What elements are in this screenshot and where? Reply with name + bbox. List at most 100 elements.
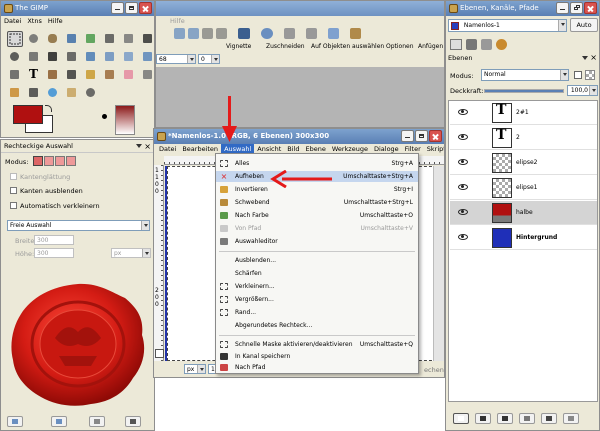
undo-icon[interactable] <box>174 28 185 39</box>
height-input[interactable]: 300 <box>34 248 74 258</box>
menu-item-rand[interactable]: Rand... <box>216 307 418 318</box>
maximize-button[interactable] <box>415 130 428 142</box>
swap-colors-icon[interactable] <box>45 105 52 112</box>
anchor-layer-button[interactable] <box>541 413 557 424</box>
layer-row[interactable]: T 2#1 <box>450 101 597 125</box>
offset-input[interactable]: 0 <box>198 54 220 64</box>
menu-item-nach-pfad[interactable]: Nach Pfad <box>216 362 418 373</box>
restore-button[interactable] <box>570 2 583 14</box>
panel-close-icon[interactable]: × <box>590 53 597 62</box>
zoom-input[interactable]: 68 <box>156 54 196 64</box>
select-by-color-tool-icon[interactable] <box>83 31 99 47</box>
anfuegen-label[interactable]: Anfügen <box>418 43 443 50</box>
picture-icon[interactable] <box>328 28 339 39</box>
toolbox-titlebar[interactable]: The GIMP <box>1 1 154 16</box>
zoom-tool-icon[interactable] <box>7 49 23 65</box>
lasso-tool-icon[interactable] <box>45 31 61 47</box>
menu-item-von-pfad[interactable]: Von Pfad Umschalttaste+V <box>216 223 418 234</box>
opacity-input[interactable]: 100,0 <box>567 85 598 96</box>
pencil-tool-icon[interactable] <box>83 67 99 83</box>
optionen-label[interactable]: Optionen <box>386 43 414 50</box>
restore-options-button[interactable] <box>51 416 67 427</box>
close-button[interactable] <box>584 2 597 14</box>
image-selector-dropdown[interactable]: Namenlos-1 <box>448 19 567 32</box>
navigate-icon[interactable] <box>155 349 164 358</box>
feather-checkbox[interactable] <box>10 187 17 194</box>
lower-layer-button[interactable] <box>497 413 513 424</box>
eye-icon[interactable] <box>261 28 273 39</box>
menu-item-verkleinern[interactable]: Verkleinern... <box>216 281 418 292</box>
delete-options-button[interactable] <box>89 416 105 427</box>
eye-icon[interactable] <box>458 234 468 240</box>
blend-tool-icon[interactable] <box>64 67 80 83</box>
antialias-checkbox[interactable] <box>10 173 17 180</box>
minimize-button[interactable] <box>111 2 124 14</box>
paintbrush-tool-icon[interactable] <box>102 67 118 83</box>
menu-item-nach-farbe[interactable]: Nach Farbe Umschalttaste+O <box>216 210 418 221</box>
scissors-tool-icon[interactable] <box>102 31 118 47</box>
menu-item-alles[interactable]: Alles Strg+A <box>216 158 418 169</box>
text-tool-icon[interactable]: T <box>26 67 42 83</box>
menu-item-schaerfen[interactable]: Schärfen <box>216 268 418 279</box>
menu-item-in-kanal-speichern[interactable]: In Kanal speichern <box>216 351 418 362</box>
gradient-preview[interactable] <box>115 105 135 135</box>
measure-tool-icon[interactable] <box>26 49 42 65</box>
scale-tool-icon[interactable] <box>102 49 118 65</box>
mode-subtract-button[interactable] <box>55 156 65 166</box>
eye-icon[interactable] <box>458 209 468 215</box>
menu-item-schnelle-maske[interactable]: Schnelle Maske aktivieren/deaktivieren U… <box>216 339 418 350</box>
new-layer-button[interactable] <box>453 413 469 424</box>
eye-icon[interactable] <box>458 109 468 115</box>
move-tool-icon[interactable] <box>45 49 61 65</box>
minimize-button[interactable] <box>556 2 569 14</box>
auto-button[interactable]: Auto <box>570 18 598 32</box>
paths-tab-icon[interactable] <box>481 39 492 50</box>
save-options-button[interactable] <box>7 416 23 427</box>
shear-tool-icon[interactable] <box>121 49 137 65</box>
zuschneiden-label[interactable]: Zuschneiden <box>266 43 305 50</box>
magic-wand-tool-icon[interactable] <box>64 31 80 47</box>
smudge-tool-icon[interactable] <box>64 85 80 101</box>
menu-item-abgerundetes-rechteck[interactable]: Abgerundetes Rechteck... <box>216 320 418 331</box>
vertical-scrollbar[interactable] <box>433 166 444 361</box>
menu-item-schwebend[interactable]: Schwebend Umschalttaste+Strg+L <box>216 197 418 208</box>
crop-tool-icon[interactable] <box>64 49 80 65</box>
color-picker-tool-icon[interactable] <box>140 31 154 47</box>
menu-item-ausblenden[interactable]: Ausblenden... <box>216 255 418 266</box>
layer-mode-dropdown[interactable]: Normal <box>481 69 569 81</box>
channels-tab-icon[interactable] <box>466 39 477 50</box>
flip-tool-icon[interactable] <box>7 67 23 83</box>
eraser-tool-icon[interactable] <box>121 67 137 83</box>
copy-icon[interactable] <box>216 28 227 39</box>
cut-icon[interactable] <box>202 28 213 39</box>
menu-hilfe[interactable]: Hilfe <box>45 16 66 26</box>
eye-icon[interactable] <box>458 159 468 165</box>
mode-replace-button[interactable] <box>33 156 43 166</box>
panel-menu-icon[interactable] <box>582 56 588 60</box>
layers-tab-icon[interactable] <box>450 39 462 50</box>
reset-options-button[interactable] <box>125 416 141 427</box>
menu-item-auswahleditor[interactable]: Auswahleditor <box>216 236 418 247</box>
scissors-icon[interactable] <box>306 28 317 39</box>
layers-titlebar[interactable]: Ebenen, Kanäle, Pfade <box>446 1 599 16</box>
layer-row[interactable]: Hintergrund <box>450 226 597 250</box>
rotate-icon[interactable] <box>284 28 295 39</box>
width-input[interactable]: 300 <box>34 235 74 245</box>
clone-tool-icon[interactable] <box>26 85 42 101</box>
opacity-slider[interactable] <box>484 89 564 93</box>
perspective-tool-icon[interactable] <box>140 49 154 65</box>
eye-icon[interactable] <box>458 134 468 140</box>
duplicate-layer-button[interactable] <box>519 413 535 424</box>
auto-shrink-checkbox[interactable] <box>10 202 17 209</box>
eye-icon[interactable] <box>458 184 468 190</box>
camera-icon[interactable] <box>238 28 250 39</box>
menu-datei[interactable]: Datei <box>156 144 179 154</box>
auf-objekten-label[interactable]: Auf Objekten auswählen <box>311 43 384 50</box>
menu-datei[interactable]: Datei <box>1 16 24 26</box>
layer-row[interactable]: elipse2 <box>450 151 597 175</box>
panel-close-icon[interactable]: × <box>144 140 151 153</box>
undo-history-tab-icon[interactable] <box>496 39 507 50</box>
unit-dropdown[interactable]: px <box>111 248 151 258</box>
close-button[interactable] <box>139 2 152 14</box>
dodge-burn-tool-icon[interactable] <box>83 85 99 101</box>
